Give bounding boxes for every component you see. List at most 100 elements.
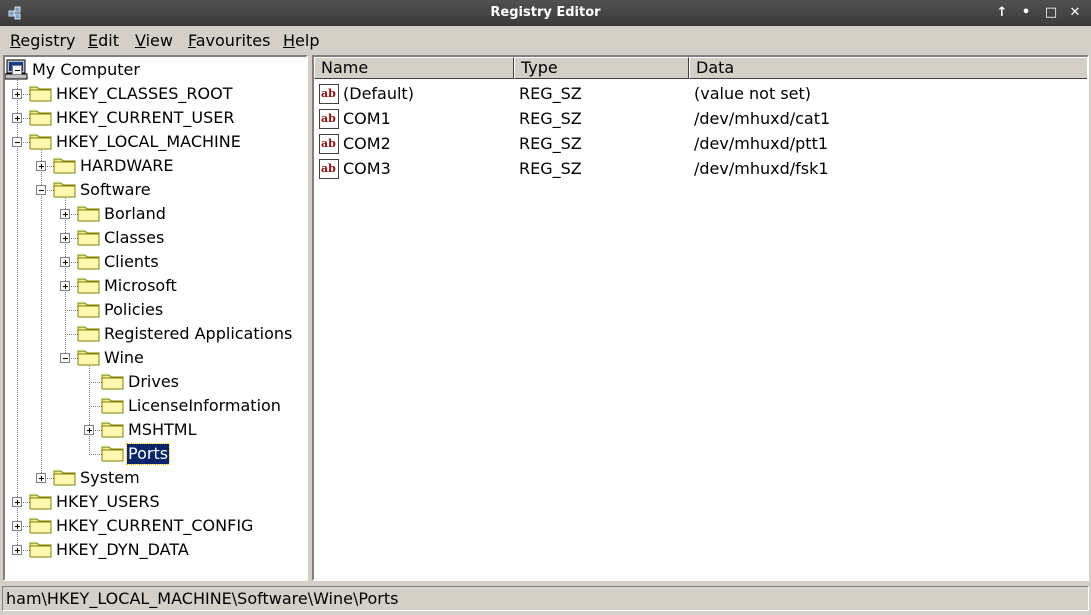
tree-item-hkey-current-user[interactable]: HKEY_CURRENT_USER (55, 108, 235, 128)
restore-icon[interactable]: ↑ (993, 4, 1011, 22)
svg-text:ab: ab (321, 87, 336, 100)
value-row[interactable]: ab COM2 REG_SZ/dev/mhuxd/ptt1 (314, 132, 1084, 157)
folder-open-icon (53, 182, 76, 198)
collapse-icon[interactable] (60, 353, 70, 363)
tree-item-wine[interactable]: Wine (103, 348, 145, 368)
value-data: /dev/mhuxd/fsk1 (694, 159, 829, 178)
tree-item-drives[interactable]: Drives (127, 372, 180, 392)
tree-item-hkey-local-machine[interactable]: HKEY_LOCAL_MACHINE (55, 132, 242, 152)
folder-icon (77, 302, 100, 318)
close-icon[interactable]: ✕ (1066, 4, 1084, 22)
folder-open-icon (77, 350, 100, 366)
tree-item-hkey-users[interactable]: HKEY_USERS (55, 492, 161, 512)
status-bar: ham\HKEY_LOCAL_MACHINE\Software\Wine\Por… (0, 584, 1091, 615)
value-name: COM1 (343, 109, 391, 128)
value-row[interactable]: ab COM3 REG_SZ/dev/mhuxd/fsk1 (314, 157, 1084, 182)
tree-item-hardware[interactable]: HARDWARE (79, 156, 175, 176)
folder-icon (29, 518, 52, 534)
collapse-icon[interactable] (12, 137, 22, 147)
expand-icon[interactable] (12, 113, 22, 123)
menu-edit[interactable]: Edit (88, 31, 119, 50)
expand-icon[interactable] (84, 425, 94, 435)
folder-icon (101, 374, 124, 390)
folder-icon (101, 398, 124, 414)
column-header-type[interactable]: Type (514, 57, 689, 79)
folder-icon (77, 278, 100, 294)
tree-root-my-computer[interactable]: My Computer (31, 60, 141, 80)
column-header-data[interactable]: Data (689, 57, 1087, 79)
value-list[interactable]: Name Type Data ab (Default) REG_SZ (value n… (312, 55, 1089, 581)
folder-icon (53, 470, 76, 486)
folder-icon (29, 110, 52, 126)
value-type: REG_SZ (519, 159, 582, 178)
menu-help[interactable]: Help (283, 31, 319, 50)
collapse-icon[interactable] (12, 65, 22, 75)
folder-icon (77, 254, 100, 270)
folder-icon (29, 494, 52, 510)
folder-icon (101, 422, 124, 438)
svg-text:ab: ab (321, 137, 336, 150)
string-value-icon: ab (319, 159, 339, 179)
expand-icon[interactable] (12, 89, 22, 99)
maximize-icon[interactable]: □ (1042, 4, 1060, 22)
tree-item-borland[interactable]: Borland (103, 204, 167, 224)
folder-icon (77, 230, 100, 246)
menu-favourites[interactable]: Favourites (188, 31, 270, 50)
folder-open-icon (29, 134, 52, 150)
svg-text:ab: ab (321, 162, 336, 175)
folder-icon (53, 158, 76, 174)
menu-registry[interactable]: Registry (10, 31, 76, 50)
window-title: Registry Editor (490, 5, 601, 20)
tree-item-classes[interactable]: Classes (103, 228, 165, 248)
value-type: REG_SZ (519, 134, 582, 153)
value-row[interactable]: ab COM1 REG_SZ/dev/mhuxd/cat1 (314, 107, 1084, 132)
tree-item-microsoft[interactable]: Microsoft (103, 276, 178, 296)
value-row[interactable]: ab (Default) REG_SZ (value not set) (314, 82, 1084, 107)
tree-item-clients[interactable]: Clients (103, 252, 160, 272)
expand-icon[interactable] (36, 473, 46, 483)
value-name: (Default) (343, 84, 414, 103)
tree-item-licenseinformation[interactable]: LicenseInformation (127, 396, 282, 416)
folder-icon (29, 86, 52, 102)
tree-item-hkey-classes-root[interactable]: HKEY_CLASSES_ROOT (55, 84, 233, 104)
value-type: REG_SZ (519, 109, 582, 128)
folder-icon (101, 446, 124, 462)
value-data: (value not set) (694, 84, 812, 103)
tree-item-mshtml[interactable]: MSHTML (127, 420, 197, 440)
tree-item-hkey-current-config[interactable]: HKEY_CURRENT_CONFIG (55, 516, 254, 536)
svg-text:ab: ab (321, 112, 336, 125)
tree-item-policies[interactable]: Policies (103, 300, 164, 320)
tree-item-hkey-dyn-data[interactable]: HKEY_DYN_DATA (55, 540, 190, 560)
tree-item-software[interactable]: Software (79, 180, 152, 200)
string-value-icon: ab (319, 84, 339, 104)
expand-icon[interactable] (60, 233, 70, 243)
value-data: /dev/mhuxd/ptt1 (694, 134, 829, 153)
value-data: /dev/mhuxd/cat1 (694, 109, 831, 128)
expand-icon[interactable] (36, 161, 46, 171)
expand-icon[interactable] (12, 521, 22, 531)
value-name: COM2 (343, 134, 391, 153)
expand-icon[interactable] (60, 209, 70, 219)
status-path: ham\HKEY_LOCAL_MACHINE\Software\Wine\Por… (2, 586, 1089, 611)
column-header-name[interactable]: Name (314, 57, 514, 79)
folder-icon (77, 206, 100, 222)
menu-bar: Registry Edit View Favourites Help (0, 26, 1091, 54)
expand-icon[interactable] (12, 497, 22, 507)
folder-icon (77, 326, 100, 342)
collapse-icon[interactable] (36, 185, 46, 195)
key-tree[interactable]: My Computer HKEY_CLASSES_ROOT HKEY_CURRENT… (3, 55, 308, 581)
folder-icon (29, 542, 52, 558)
string-value-icon: ab (319, 134, 339, 154)
value-name: COM3 (343, 159, 391, 178)
string-value-icon: ab (319, 109, 339, 129)
minimize-icon[interactable]: • (1017, 4, 1035, 22)
title-bar: Registry Editor ↑ • □ ✕ (0, 0, 1091, 26)
expand-icon[interactable] (12, 545, 22, 555)
expand-icon[interactable] (60, 257, 70, 267)
tree-item-system[interactable]: System (79, 468, 141, 488)
expand-icon[interactable] (60, 281, 70, 291)
tree-item-registered-applications[interactable]: Registered Applications (103, 324, 293, 344)
value-type: REG_SZ (519, 84, 582, 103)
menu-view[interactable]: View (135, 31, 173, 50)
tree-item-ports[interactable]: Ports (125, 443, 171, 465)
